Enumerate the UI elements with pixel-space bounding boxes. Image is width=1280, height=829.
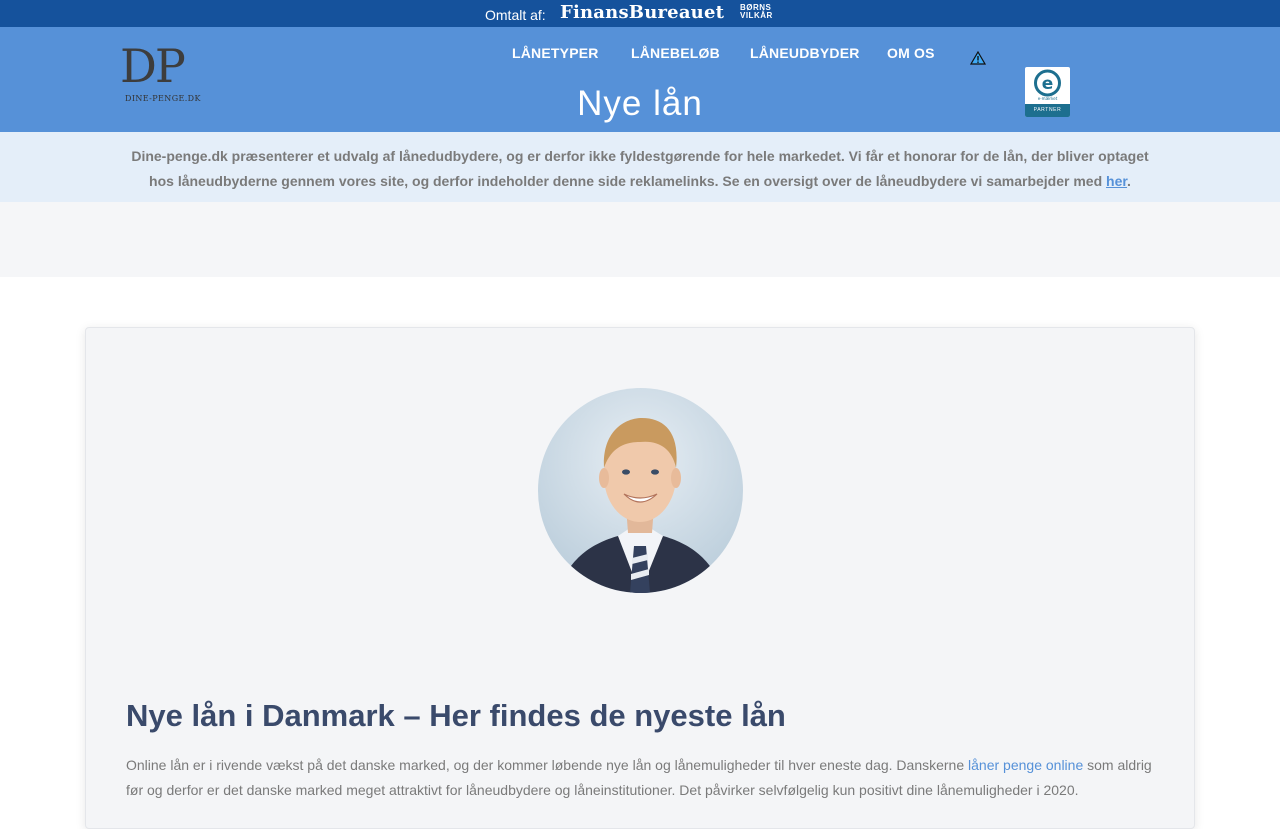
nav-om-os[interactable]: OM OS: [887, 45, 935, 61]
finansbureauet-logo[interactable]: FinansBureauet: [560, 2, 724, 23]
emark-partner-label: PARTNER: [1025, 104, 1070, 117]
nav-lanebelob[interactable]: LÅNEBELØB: [631, 45, 720, 61]
author-avatar: [538, 388, 743, 593]
disclaimer-end: .: [1127, 173, 1131, 189]
emark-text: e-mærket: [1038, 96, 1058, 101]
borns-vilkar-logo[interactable]: BØRNS VILKÅR: [740, 4, 773, 20]
article-heading: Nye lån i Danmark – Her findes de nyeste…: [126, 698, 786, 733]
page-title: Nye lån: [577, 84, 703, 123]
nav-lanetyper[interactable]: LÅNETYPER: [512, 45, 599, 61]
paragraph-part-1: Online lån er i rivende vækst på det dan…: [126, 757, 969, 773]
affiliate-disclaimer: Dine-penge.dk præsenterer et udvalg af l…: [0, 132, 1280, 202]
svg-text:e: e: [1042, 74, 1054, 94]
mentioned-by-bar: Omtalt af: FinansBureauet BØRNS VILKÅR: [0, 0, 1280, 27]
emark-partner-badge[interactable]: e e-mærket PARTNER: [1025, 67, 1070, 117]
site-header: DP DINE-PENGE.DK LÅNETYPER LÅNEBELØB LÅN…: [0, 27, 1280, 132]
disclaimer-link[interactable]: her: [1106, 173, 1127, 189]
mentioned-label: Omtalt af:: [485, 7, 546, 23]
disclaimer-text: Dine-penge.dk præsenterer et udvalg af l…: [120, 144, 1160, 194]
borns-vilkar-line2: VILKÅR: [740, 11, 773, 20]
emark-eye-icon: e e-mærket: [1034, 69, 1061, 101]
article-card: Nye lån i Danmark – Her findes de nyeste…: [85, 327, 1195, 829]
nav-laneudbyder[interactable]: LÅNEUDBYDER: [750, 45, 860, 61]
disclaimer-body: Dine-penge.dk præsenterer et udvalg af l…: [131, 148, 1149, 189]
warning-icon[interactable]: [969, 50, 987, 65]
laaner-penge-online-link[interactable]: låner penge online: [968, 757, 1083, 773]
spacer-strip: [0, 202, 1280, 277]
article-paragraph: Online lån er i rivende vækst på det dan…: [126, 753, 1156, 803]
